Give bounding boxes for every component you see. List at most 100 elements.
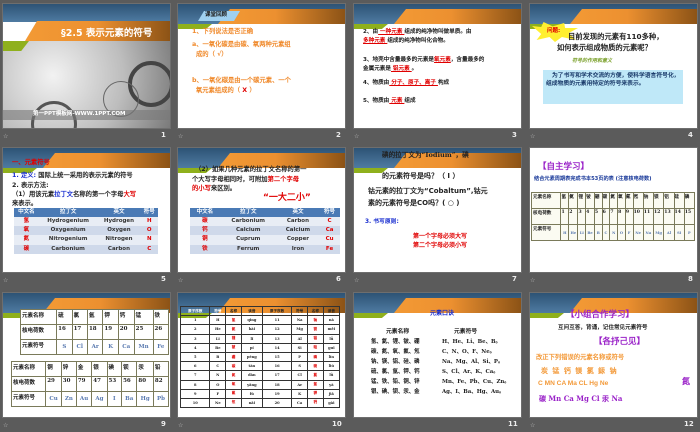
text-line: 的小写来区别。 xyxy=(192,185,236,193)
table-cell: 19 xyxy=(102,324,119,340)
footer-text: 第一PPT模板网-WWW.1PPT.COM xyxy=(33,111,126,117)
slide-transition-icon[interactable]: ☆ xyxy=(178,277,183,284)
section-title: 【各抒己见】 xyxy=(594,337,646,347)
slide-transition-icon[interactable]: ☆ xyxy=(530,133,535,140)
slide-thumbnail-1[interactable]: §2.5 表示元素的符号 第一PPT模板网-WWW.1PPT.COM xyxy=(2,3,171,129)
table-cell: 7 xyxy=(179,370,211,381)
slide-number: 5 xyxy=(161,275,166,283)
table-cell: 5 xyxy=(179,351,211,363)
text-line: 第一个字母必须大写 xyxy=(413,233,467,240)
text-segment: 铝元素 xyxy=(390,66,412,72)
text-segment: 目前发现的元素有110多种， xyxy=(568,32,664,41)
text-line: 来表示。 xyxy=(12,200,37,208)
slide-thumbnail-6[interactable]: （2）如果几种元素的拉丁文名称的第一 个大写字母相同时，可附加第二个字母 的小写… xyxy=(177,147,346,273)
text-segment: 5、物质由 xyxy=(363,98,390,104)
table-cell: O xyxy=(140,226,158,236)
table-cell: 8 xyxy=(617,208,626,225)
table-cell: 钠 xyxy=(642,192,654,209)
table-cell: 11 xyxy=(642,208,654,225)
text-line: 氧元素组成的（ X ） xyxy=(196,87,256,95)
slide-thumbnail-7[interactable]: 碘的拉丁文为“Iodium”，碘 的元素符号是吗？（ I ） 钴元素的拉丁文为“… xyxy=(353,147,522,273)
slide-transition-icon[interactable]: ☆ xyxy=(530,277,535,284)
table-cell: 氮 xyxy=(609,192,619,209)
element-names-line: 钠、镁、铝、硅、磷 xyxy=(371,359,420,365)
table-cell: 氧 xyxy=(617,192,626,209)
table-cell: 20 xyxy=(261,397,293,409)
column-header: 读音 xyxy=(240,305,263,317)
table-cell: 2 xyxy=(568,208,579,225)
table-row: 原子序数 符号 名称 读音 原子序数 符号 名称 读音 xyxy=(179,305,341,317)
text-segment: 碘的拉丁文为“Iodium”，碘 xyxy=(382,151,469,159)
slide-thumbnail-5[interactable]: 一、元素符号 1. 定义: 国际上统一采用的表示元素的符号 2. 表示方法: （… xyxy=(2,147,171,273)
text-segment: 组成的纯净物叫化合物。 xyxy=(387,38,449,44)
slide-thumbnail-12[interactable]: 【小组合作学习】 互问互答，背诵，记住常见元素符号 【各抒己见】 改正下列错误的… xyxy=(529,292,698,418)
table-cell: lǜ xyxy=(322,370,341,381)
slide-transition-icon[interactable]: ☆ xyxy=(3,277,8,284)
table-cell: 56 xyxy=(121,376,138,392)
slide-transition-icon[interactable]: ☆ xyxy=(3,133,8,140)
text-segment: 成的（ xyxy=(196,51,215,58)
table-cell: Ne xyxy=(209,397,227,409)
table-cell: 氢 xyxy=(560,192,570,209)
table-cell: B xyxy=(209,351,227,363)
table-cell: Ca xyxy=(291,397,308,409)
text-segment: 组成的纯净物叫做单质。由 xyxy=(404,29,472,35)
element-symbols-line: H、He、Li、Be、B。 xyxy=(442,339,501,345)
slide-thumbnail-8[interactable]: 【自主学习】 结合元素周期表完成书本53页的表 (注意核电荷数) 元素名称氢氦锂… xyxy=(529,147,698,273)
table-cell: K xyxy=(291,388,308,399)
slide-transition-icon[interactable]: ☆ xyxy=(530,422,535,429)
text-line: a、一氧化碳是由碳、氧两种元素组 xyxy=(192,41,291,49)
table-cell: I xyxy=(106,391,123,407)
table-cell: Ne xyxy=(632,224,644,241)
table-cell: 硅 xyxy=(307,342,324,353)
slide-thumbnail-10[interactable]: 原子序数 符号 名称 读音 原子序数 符号 名称 读音 1 H 氢 qīng 11 Na 钠 nà 2 He 氦 hà… xyxy=(177,292,346,418)
table-cell: 15 xyxy=(683,208,696,225)
table-cell: 18 xyxy=(86,324,104,340)
slide-thumbnail-4[interactable]: 问题: 目前发现的元素有110多种， 如何表示组成物质的元素呢？ 符号的作用和意… xyxy=(529,3,698,129)
slide-transition-icon[interactable]: ☆ xyxy=(3,422,8,429)
slide-transition-icon[interactable]: ☆ xyxy=(354,277,359,284)
table-cell: 16 xyxy=(261,361,293,372)
table-cell: Hg xyxy=(136,391,154,407)
text-segment: 拉丁文 xyxy=(54,191,74,198)
slide-thumbnail-2[interactable]: 课堂回顾 1、下列说法是否正确 a、一氧化碳是由碳、氧两种元素组 成的（ √） … xyxy=(177,3,346,129)
section-tag: 课堂回顾 xyxy=(205,12,228,18)
slide-transition-icon[interactable]: ☆ xyxy=(178,422,183,429)
text-segment: 组成 xyxy=(404,98,416,104)
table-cell: 6 xyxy=(179,361,211,372)
table-cell: 3 xyxy=(577,208,587,225)
table-cell: 6 xyxy=(601,208,611,225)
table-cell: jiǎ xyxy=(322,388,341,399)
element-table: 中文名 拉丁文 英文 符号氢 Hydrogenium Hydrogen H 氧 Oxygeniu… xyxy=(14,208,158,254)
row-header: 元素符号 xyxy=(10,391,47,407)
slide-number: 11 xyxy=(508,420,518,428)
table-cell: Ca xyxy=(319,226,340,236)
table-cell: Cl xyxy=(71,339,88,355)
table-cell: guī xyxy=(322,342,341,353)
table-cell: Mg xyxy=(652,224,665,241)
table-cell: 碳 xyxy=(601,192,611,209)
table-cell: 12 xyxy=(652,208,665,225)
table-cell: Fe xyxy=(152,339,170,355)
column-header: 中文名 xyxy=(190,208,220,218)
slide-thumbnail-3[interactable]: 2、由 一种元素 组成的纯净物叫做单质。由 多种元素 组成的纯净物叫化合物。 3… xyxy=(353,3,522,129)
slide-transition-icon[interactable]: ☆ xyxy=(178,133,183,140)
column-header: 拉丁文 xyxy=(38,208,98,218)
text-segment: 钴元素的拉丁文为“Cobaltum”,钴元 xyxy=(368,187,488,195)
table-cell: 氩 xyxy=(307,379,324,390)
table-cell: K xyxy=(102,339,119,355)
text-line: 多种元素 组成的纯净物叫化合物。 xyxy=(363,38,449,45)
table-cell: 碘 xyxy=(106,361,123,377)
table-cell: 氦 xyxy=(225,324,242,335)
table-cell: hài xyxy=(240,324,263,335)
text-line: 5、物质由 元素 组成 xyxy=(363,98,416,105)
table-cell: Carbonium xyxy=(219,217,277,227)
table-cell: 3 xyxy=(179,333,211,344)
slide-thumbnail-11[interactable]: 元素口诀 元素名称 元素符号 氢、氦、锂、铍、硼 H、He、Li、Be、B。 碳、氮… xyxy=(353,292,522,418)
slide-transition-icon[interactable]: ☆ xyxy=(354,133,359,140)
table-cell: 15 xyxy=(261,351,293,363)
text-segment: 一种元素 xyxy=(378,29,405,35)
slide-thumbnail-9[interactable]: 元素名称硫氯氩钾钙锰铁核电荷数 16 17 18 19 20 25 26 元素符号 S Cl Ar K C… xyxy=(2,292,171,418)
table-row: 碳 Carbonium Carbon C xyxy=(190,217,340,227)
table-cell: 氖 xyxy=(225,397,242,409)
